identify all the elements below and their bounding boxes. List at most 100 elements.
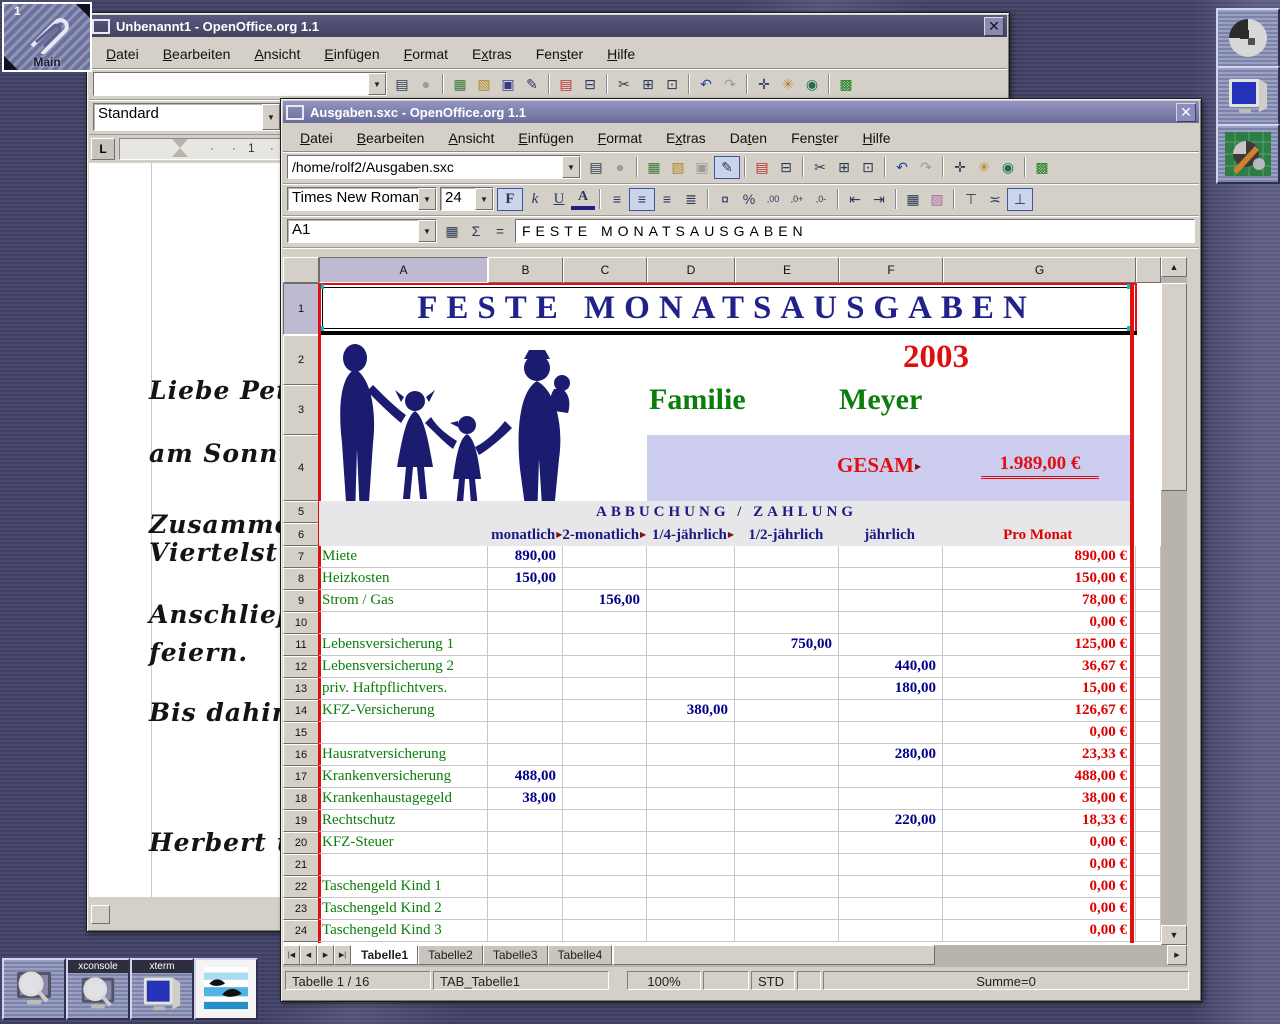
cell[interactable]: [839, 612, 943, 634]
cell[interactable]: [735, 898, 839, 920]
row-header-13[interactable]: 13: [283, 678, 319, 700]
cell[interactable]: 0,00 €: [943, 898, 1136, 920]
align-center-button[interactable]: ≡: [629, 188, 655, 211]
dock-item-monitor[interactable]: [1216, 66, 1280, 126]
cell[interactable]: [488, 700, 563, 722]
cell[interactable]: [1136, 612, 1161, 634]
cell[interactable]: KFZ-Steuer: [319, 832, 488, 854]
column-header-G[interactable]: G: [943, 257, 1136, 283]
cell[interactable]: [647, 634, 735, 656]
cell[interactable]: [647, 854, 735, 876]
cell[interactable]: [647, 876, 735, 898]
standard-format-button[interactable]: ,00: [761, 189, 785, 210]
cut-icon[interactable]: ✂: [612, 74, 636, 95]
cell[interactable]: [1136, 766, 1161, 788]
tab-stop-selector[interactable]: L: [91, 138, 115, 160]
cell[interactable]: [488, 898, 563, 920]
window-menu-icon[interactable]: [286, 105, 304, 120]
dock-item-openoffice[interactable]: [194, 958, 258, 1020]
cell[interactable]: [1136, 678, 1161, 700]
cell[interactable]: [319, 722, 488, 744]
cell[interactable]: Rechtschutz: [319, 810, 488, 832]
cell[interactable]: Krankenversicherung: [319, 766, 488, 788]
family-name-cell[interactable]: Meyer: [839, 383, 922, 417]
menu-datei[interactable]: Datei: [95, 42, 150, 66]
cell[interactable]: [647, 722, 735, 744]
column-header-B[interactable]: B: [488, 257, 563, 283]
cell[interactable]: 150,00 €: [943, 568, 1136, 590]
menu-bearbeiten[interactable]: Bearbeiten: [152, 42, 242, 66]
writer-url-input[interactable]: [94, 73, 368, 95]
dock-item-magnifier[interactable]: [2, 958, 66, 1020]
sum-icon[interactable]: Σ: [464, 221, 488, 242]
select-all-corner[interactable]: [283, 257, 319, 283]
cell[interactable]: [647, 766, 735, 788]
cell[interactable]: Miete: [319, 546, 488, 568]
cell[interactable]: Lebensversicherung 1: [319, 634, 488, 656]
cell[interactable]: [647, 568, 735, 590]
edit-file-icon[interactable]: ✎: [714, 156, 740, 179]
cell[interactable]: [839, 920, 943, 942]
align-middle-button[interactable]: ≍: [983, 189, 1007, 210]
interval-header-monatlich[interactable]: monatlich▶: [488, 523, 563, 546]
row-header-5[interactable]: 5: [283, 501, 319, 523]
cell[interactable]: [1136, 854, 1161, 876]
cell[interactable]: Lebensversicherung 2: [319, 656, 488, 678]
menu-fenster[interactable]: Fenster: [525, 42, 594, 66]
sheet-tab-tabelle2[interactable]: Tabelle2: [418, 945, 483, 965]
cell[interactable]: [488, 612, 563, 634]
cell[interactable]: 125,00 €: [943, 634, 1136, 656]
cell[interactable]: [1136, 700, 1161, 722]
cell[interactable]: 180,00: [839, 678, 943, 700]
chevron-down-icon[interactable]: ▼: [418, 220, 436, 242]
italic-button[interactable]: k: [523, 189, 547, 210]
cell[interactable]: [735, 590, 839, 612]
interval-header-2-monatlich[interactable]: 2-monatlich▶: [562, 523, 646, 546]
sheet-tab-tabelle1[interactable]: Tabelle1: [351, 945, 418, 965]
cell[interactable]: [647, 678, 735, 700]
copy-icon[interactable]: ⊞: [636, 74, 660, 95]
function-list-icon[interactable]: ▦: [440, 221, 464, 242]
status-zoom[interactable]: 100%: [627, 971, 701, 990]
row-header-1[interactable]: 1: [283, 283, 319, 335]
cell[interactable]: [488, 810, 563, 832]
cell[interactable]: [735, 766, 839, 788]
window-menu-icon[interactable]: [92, 19, 110, 34]
menu-hilfe[interactable]: Hilfe: [596, 42, 646, 66]
underline-button[interactable]: U: [547, 189, 571, 210]
dock-item-xterm[interactable]: xterm: [130, 958, 194, 1020]
row-header-6[interactable]: 6: [283, 523, 319, 546]
cell[interactable]: 126,67 €: [943, 700, 1136, 722]
cell[interactable]: [647, 612, 735, 634]
print-icon[interactable]: ⊟: [774, 157, 798, 178]
cell[interactable]: [1136, 634, 1161, 656]
menu-extras[interactable]: Extras: [655, 126, 717, 150]
column-header-stub[interactable]: [1136, 257, 1161, 283]
cell[interactable]: [488, 590, 563, 612]
chevron-down-icon[interactable]: ▼: [418, 188, 436, 210]
copy-icon[interactable]: ⊞: [832, 157, 856, 178]
menu-daten[interactable]: Daten: [719, 126, 778, 150]
prev-sheet-button[interactable]: ◀: [300, 945, 317, 965]
cell[interactable]: Taschengeld Kind 3: [319, 920, 488, 942]
cell[interactable]: [488, 854, 563, 876]
cell[interactable]: [488, 876, 563, 898]
paste-icon[interactable]: ⊡: [660, 74, 684, 95]
gallery-icon[interactable]: ✳: [776, 74, 800, 95]
cell[interactable]: Heizkosten: [319, 568, 488, 590]
row-header-24[interactable]: 24: [283, 920, 319, 942]
cell[interactable]: [488, 832, 563, 854]
status-insert-mode[interactable]: STD: [751, 971, 795, 990]
cell[interactable]: Taschengeld Kind 1: [319, 876, 488, 898]
cell[interactable]: [1136, 898, 1161, 920]
menu-format[interactable]: Format: [393, 42, 459, 66]
redo-icon[interactable]: ↷: [914, 157, 938, 178]
align-bottom-button[interactable]: ⊥: [1007, 188, 1033, 211]
font-name-value[interactable]: Times New Roman: [288, 188, 418, 210]
cell[interactable]: 23,33 €: [943, 744, 1136, 766]
dock-item-xconsole[interactable]: xconsole: [66, 958, 130, 1020]
cut-icon[interactable]: ✂: [808, 157, 832, 178]
cell[interactable]: [563, 634, 647, 656]
first-sheet-button[interactable]: |◀: [283, 945, 300, 965]
row-header-14[interactable]: 14: [283, 700, 319, 722]
